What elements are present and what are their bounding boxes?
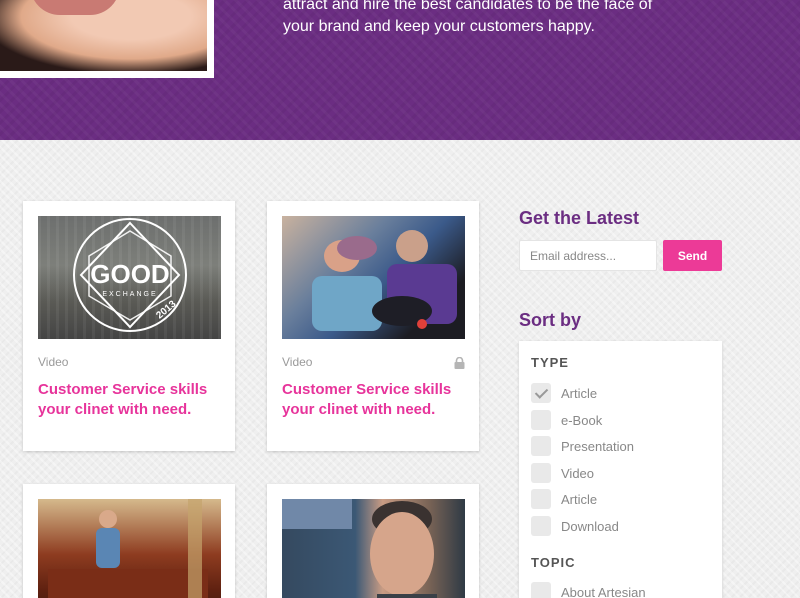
svg-text:EXCHANGE: EXCHANGE xyxy=(102,291,157,298)
get-latest-heading: Get the Latest xyxy=(519,208,640,228)
hero-photo-image xyxy=(0,0,207,71)
checkbox-icon[interactable] xyxy=(531,516,551,536)
filter-item-article[interactable]: Article xyxy=(531,383,597,403)
checkbox-icon[interactable] xyxy=(531,489,551,509)
content-card[interactable]: Video Customer Service skills your cline… xyxy=(267,201,479,451)
email-field[interactable] xyxy=(519,240,657,271)
card-type: Video xyxy=(38,355,69,369)
hero-text: attract and hire the best candidates to … xyxy=(283,0,653,35)
filter-item-presentation[interactable]: Presentation xyxy=(531,436,634,456)
svg-text:GOOD: GOOD xyxy=(90,259,169,289)
filter-item-ebook[interactable]: e-Book xyxy=(531,410,602,430)
hero-banner: attract and hire the best candidates to … xyxy=(0,0,800,140)
filter-item-label: Presentation xyxy=(561,438,634,454)
content-card[interactable]: GOOD EXCHANGE 2013 Video Customer Servic… xyxy=(23,201,235,451)
type-filter-heading: TYPE xyxy=(531,355,569,370)
checkbox-icon[interactable] xyxy=(531,582,551,598)
card-title[interactable]: Customer Service skills your clinet with… xyxy=(282,380,467,420)
send-button[interactable]: Send xyxy=(663,240,722,271)
content-card[interactable] xyxy=(23,484,235,598)
card-type: Video xyxy=(282,355,313,369)
lock-icon xyxy=(454,357,465,369)
filter-item-label: About Artesian xyxy=(561,584,646,598)
card-thumbnail[interactable] xyxy=(282,499,465,598)
good-exchange-logo-icon: GOOD EXCHANGE 2013 xyxy=(73,218,187,332)
filter-panel: TYPE Article e-Book Presentation Video A… xyxy=(519,341,722,598)
filter-item-label: e-Book xyxy=(561,412,603,428)
filter-item-label: Download xyxy=(561,518,619,534)
card-thumbnail[interactable] xyxy=(282,216,465,339)
filter-item-about-artesian[interactable]: About Artesian xyxy=(531,582,646,598)
card-title[interactable]: Customer Service skills your clinet with… xyxy=(38,380,223,420)
filter-item-download[interactable]: Download xyxy=(531,516,619,536)
svg-text:2013: 2013 xyxy=(154,298,178,321)
boat-workshop-photo-icon xyxy=(48,499,208,598)
filter-item-label: Video xyxy=(561,465,595,481)
filter-item-article-2[interactable]: Article xyxy=(531,489,597,509)
filter-item-label: Article xyxy=(561,491,598,507)
topic-filter-heading: TOPIC xyxy=(531,555,576,570)
checkbox-checked-icon[interactable] xyxy=(531,383,551,403)
card-thumbnail[interactable]: GOOD EXCHANGE 2013 xyxy=(38,216,221,339)
classroom-photo-icon xyxy=(312,230,457,331)
checkbox-icon[interactable] xyxy=(531,463,551,483)
sort-by-heading: Sort by xyxy=(519,310,582,330)
checkbox-icon[interactable] xyxy=(531,436,551,456)
hero-photo xyxy=(0,0,214,78)
filter-item-label: Article xyxy=(561,385,598,401)
filter-item-video[interactable]: Video xyxy=(531,463,594,483)
content-card[interactable] xyxy=(267,484,479,598)
speaker-portrait-photo-icon xyxy=(282,499,437,598)
card-thumbnail[interactable] xyxy=(38,499,221,598)
checkbox-icon[interactable] xyxy=(531,410,551,430)
